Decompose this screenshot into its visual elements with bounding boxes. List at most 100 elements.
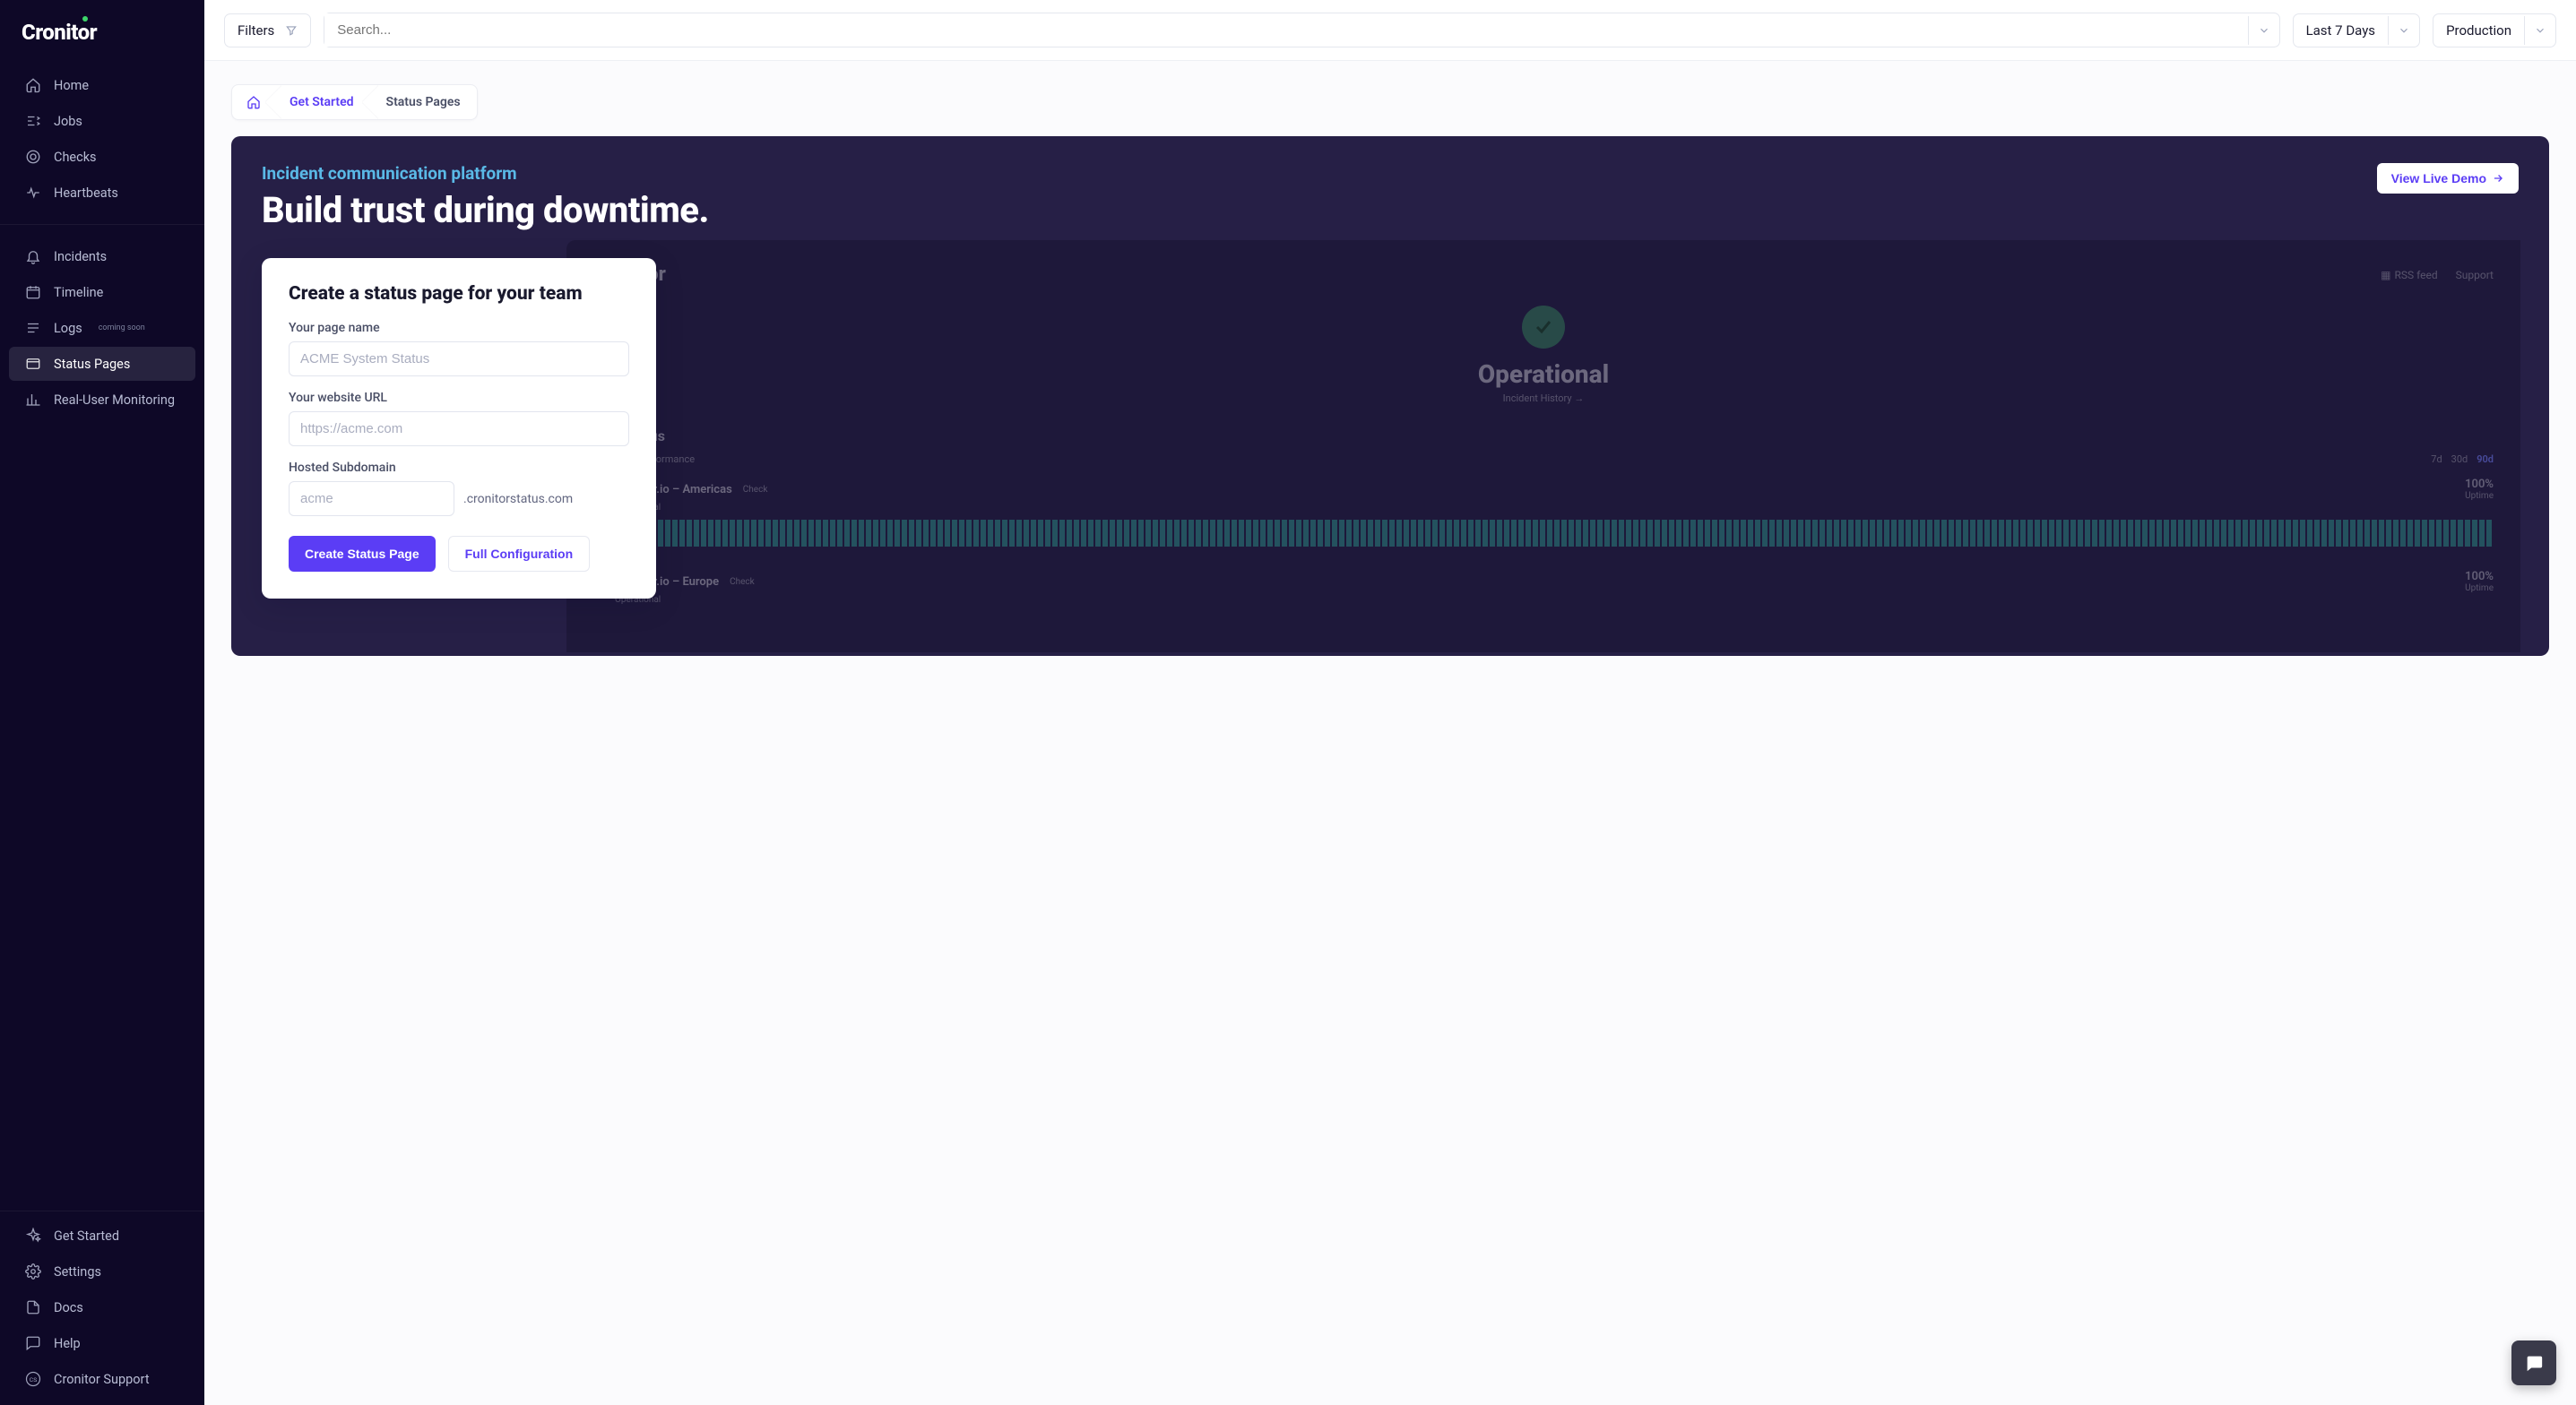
breadcrumb-current: Status Pages <box>370 85 477 119</box>
home-icon <box>25 77 41 93</box>
main-area: Filters Last 7 Days Production <box>204 0 2576 1405</box>
doc-icon <box>25 1299 41 1315</box>
preview-status-row: Cronitor.io – Americas Check 100% Uptime… <box>593 478 2494 547</box>
preview-live-status-title: Live Status <box>593 427 2494 444</box>
heartbeat-icon <box>25 185 41 201</box>
preview-row-tag: Check <box>743 485 768 495</box>
calendar-icon <box>25 284 41 300</box>
sidebar-item-label: Real-User Monitoring <box>54 392 175 408</box>
hero-eyebrow: Incident communication platform <box>262 163 709 184</box>
hero-headline: Build trust during downtime. <box>262 189 709 231</box>
sidebar-item-label: Get Started <box>54 1228 119 1244</box>
preview-row-up: Uptime <box>2465 491 2494 501</box>
view-demo-button[interactable]: View Live Demo <box>2377 163 2519 194</box>
jobs-icon <box>25 113 41 129</box>
window-icon <box>25 356 41 372</box>
sidebar-item-label: Timeline <box>54 285 103 300</box>
help-icon <box>25 1335 41 1351</box>
checks-icon <box>25 149 41 165</box>
subdomain-input[interactable] <box>289 481 454 516</box>
home-icon <box>246 95 261 109</box>
preview-status-row: Cronitor.io – Europe Check 100% Uptime O… <box>593 570 2494 605</box>
website-url-input[interactable] <box>289 411 629 446</box>
search-input[interactable] <box>324 13 2247 47</box>
sidebar-item-settings[interactable]: Settings <box>9 1254 195 1289</box>
preview-row-status: Operational <box>615 503 2494 513</box>
brand-dot-icon <box>82 16 88 22</box>
preview-row-up: Uptime <box>2465 583 2494 593</box>
sidebar-item-help[interactable]: Help <box>9 1326 195 1360</box>
full-configuration-button[interactable]: Full Configuration <box>448 536 591 572</box>
status-page-preview: Cronitor ▦RSS feed Support Operational <box>566 240 2520 652</box>
sidebar-item-docs[interactable]: Docs <box>9 1290 195 1324</box>
website-url-label: Your website URL <box>289 391 629 405</box>
form-title: Create a status page for your team <box>289 283 629 305</box>
subdomain-suffix: .cronitorstatus.com <box>463 492 573 506</box>
preview-history-link: Incident History → <box>593 392 2494 404</box>
preview-row-status: Operational <box>615 595 2494 605</box>
sidebar-item-rum[interactable]: Real-User Monitoring <box>9 383 195 417</box>
chat-fab[interactable] <box>2511 1340 2556 1385</box>
sidebar-item-label: Home <box>54 78 89 93</box>
operational-check-icon <box>1522 306 1565 349</box>
environment-select[interactable]: Production <box>2433 13 2556 47</box>
hero-panel: Incident communication platform Build tr… <box>231 136 2549 656</box>
preview-range-7d: 7d <box>2431 453 2442 465</box>
sidebar-item-status-pages[interactable]: Status Pages <box>9 347 195 381</box>
preview-row-pct: 100% <box>2465 570 2494 583</box>
brand-logo: Cronitor <box>0 0 204 61</box>
breadcrumb: Get Started Status Pages <box>231 84 478 120</box>
sidebar: Cronitor Home Jobs Checks <box>0 0 204 1405</box>
date-range-value: Last 7 Days <box>2294 14 2389 47</box>
sidebar-item-jobs[interactable]: Jobs <box>9 104 195 138</box>
preview-range-90d: 90d <box>2477 453 2494 465</box>
preview-operational-title: Operational <box>593 359 2494 389</box>
chevron-down-icon <box>2524 16 2555 45</box>
arrow-right-icon <box>2492 172 2504 185</box>
sidebar-item-label: Settings <box>54 1264 101 1280</box>
breadcrumb-get-started[interactable]: Get Started <box>273 85 370 119</box>
sidebar-item-logs[interactable]: Logs coming soon <box>9 311 195 345</box>
chart-icon <box>25 392 41 408</box>
create-status-page-card: Create a status page for your team Your … <box>262 258 656 599</box>
sidebar-item-label: Status Pages <box>54 357 130 372</box>
sparkle-icon <box>25 1228 41 1244</box>
sidebar-item-label: Cronitor Support <box>54 1372 150 1387</box>
coming-soon-badge: coming soon <box>99 323 145 332</box>
sidebar-item-timeline[interactable]: Timeline <box>9 275 195 309</box>
environment-value: Production <box>2433 14 2524 47</box>
bell-icon <box>25 248 41 264</box>
sidebar-item-support[interactable]: CS Cronitor Support <box>9 1362 195 1396</box>
filters-label: Filters <box>238 22 274 39</box>
preview-support-link: Support <box>2456 269 2494 281</box>
sidebar-item-home[interactable]: Home <box>9 68 195 102</box>
create-status-page-button[interactable]: Create Status Page <box>289 536 436 572</box>
page-name-label: Your page name <box>289 321 629 335</box>
logs-icon <box>25 320 41 336</box>
subdomain-label: Hosted Subdomain <box>289 461 629 475</box>
sidebar-item-checks[interactable]: Checks <box>9 140 195 174</box>
chat-icon <box>2524 1353 2544 1373</box>
support-icon: CS <box>25 1371 41 1387</box>
chevron-down-icon[interactable] <box>2248 16 2279 45</box>
svg-text:CS: CS <box>30 1376 37 1383</box>
gear-icon <box>25 1263 41 1280</box>
date-range-select[interactable]: Last 7 Days <box>2293 13 2421 47</box>
preview-uptime-bar <box>615 520 2494 547</box>
search-box[interactable] <box>324 13 2279 47</box>
sidebar-item-label: Heartbeats <box>54 185 118 201</box>
sidebar-item-label: Incidents <box>54 249 107 264</box>
preview-rss-link: ▦RSS feed <box>2381 269 2438 281</box>
sidebar-item-incidents[interactable]: Incidents <box>9 239 195 273</box>
filters-button[interactable]: Filters <box>224 13 311 47</box>
topbar: Filters Last 7 Days Production <box>204 0 2576 61</box>
sidebar-item-label: Checks <box>54 150 97 165</box>
preview-row-pct: 100% <box>2465 478 2494 491</box>
preview-range-30d: 30d <box>2451 453 2468 465</box>
page-name-input[interactable] <box>289 341 629 376</box>
preview-row-tag: Check <box>730 577 755 587</box>
sidebar-item-heartbeats[interactable]: Heartbeats <box>9 176 195 210</box>
filter-icon <box>285 24 298 37</box>
sidebar-item-get-started[interactable]: Get Started <box>9 1219 195 1253</box>
sidebar-item-label: Jobs <box>54 114 82 129</box>
